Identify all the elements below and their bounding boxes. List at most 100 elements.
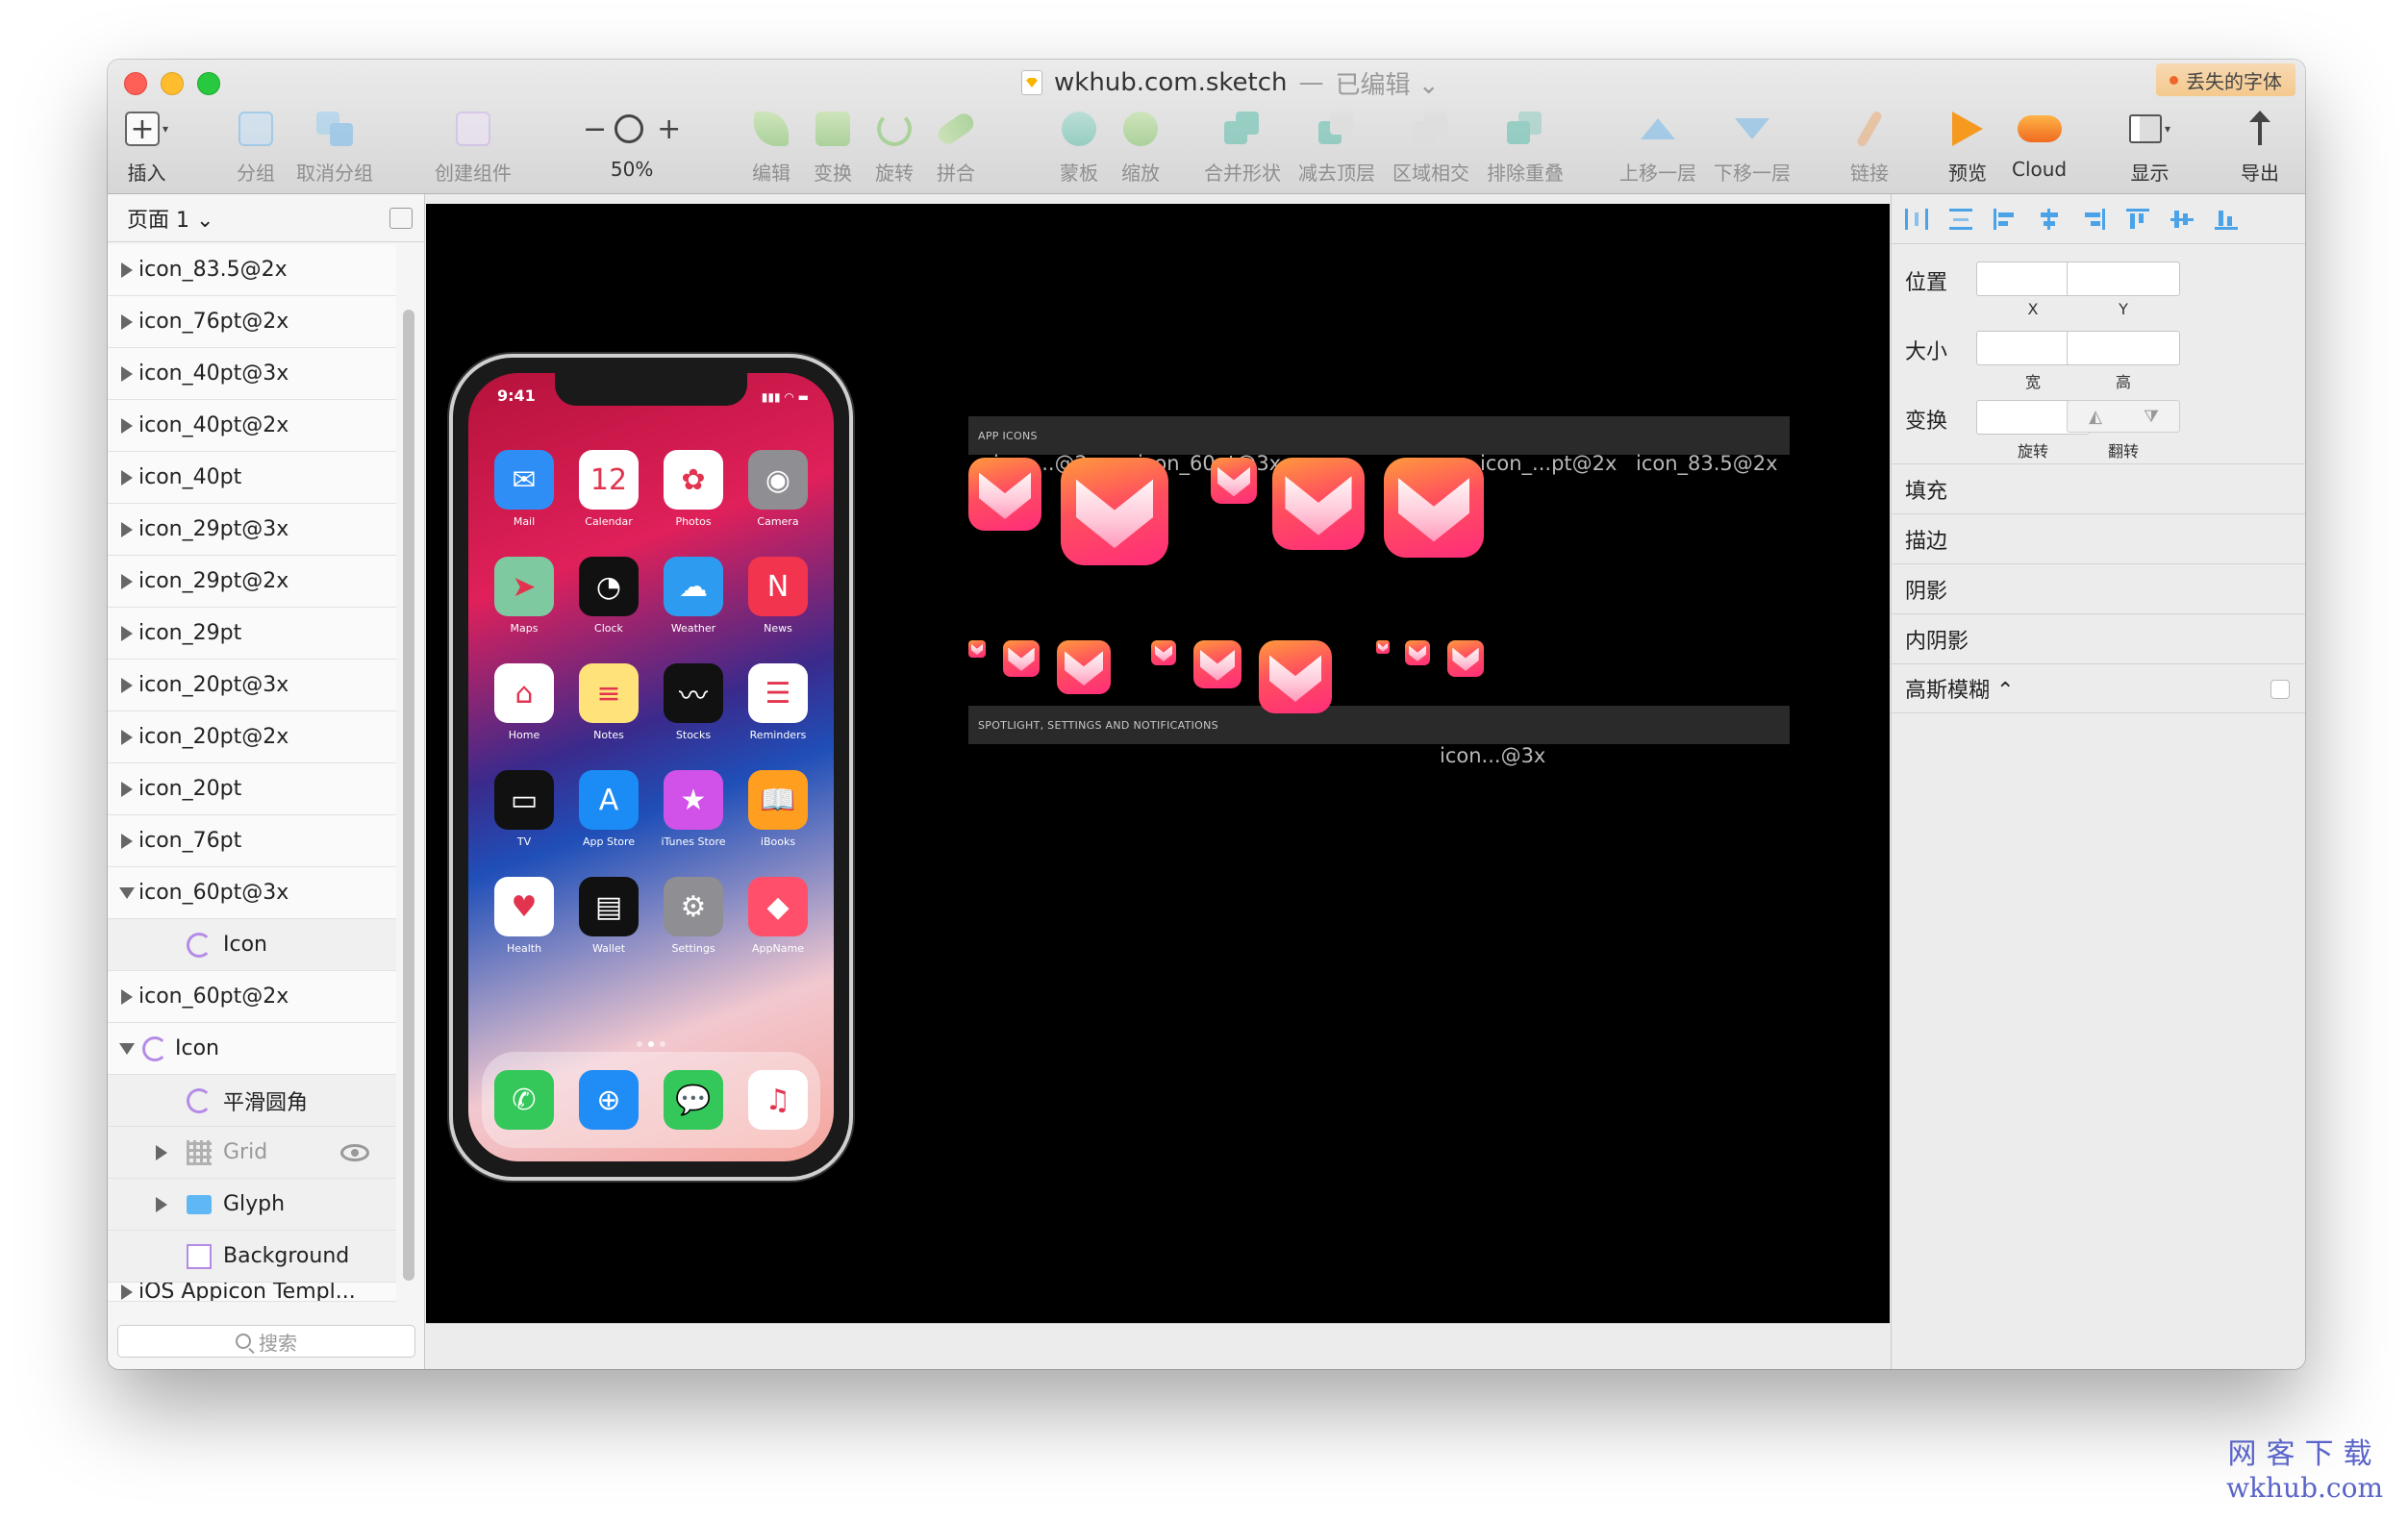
align-right-icon[interactable] — [2082, 208, 2105, 230]
align-left-icon[interactable] — [1994, 208, 2017, 230]
layer-row[interactable]: icon_20pt@3x — [108, 660, 396, 711]
transform-button[interactable]: 变换 — [814, 104, 852, 186]
flip-horizontal-icon[interactable]: ◭ — [2068, 401, 2123, 432]
layer-row[interactable]: Grid — [108, 1127, 396, 1179]
iphone-x-mockup[interactable]: 9:41 ▮▮▮ ◠ ▬ ✉ Mail 12 Calendar ✿ Photos ◉ Came… — [449, 354, 853, 1181]
app-icon-artboard[interactable] — [1384, 458, 1484, 558]
intersect-button[interactable]: 区域相交 — [1392, 104, 1469, 186]
app-icon-artboard[interactable] — [1259, 640, 1332, 713]
artboard-label-c[interactable]: icon_...pt@2x — [1480, 452, 1617, 475]
disclosure-down-icon[interactable] — [119, 886, 135, 899]
blur-section[interactable]: 高斯模糊 ⌃ — [1892, 663, 2305, 713]
app-icon-artboard[interactable] — [1405, 640, 1430, 665]
align-center-icon[interactable] — [2038, 208, 2061, 230]
disclosure-down-icon[interactable] — [119, 1042, 135, 1055]
subtract-button[interactable]: 减去顶层 — [1298, 104, 1375, 186]
app-icon-artboard[interactable] — [968, 640, 986, 658]
app-icon-artboard[interactable] — [1447, 640, 1484, 677]
disclosure-right-icon[interactable] — [121, 1284, 133, 1300]
group-button[interactable]: 分组 — [237, 104, 275, 186]
app-icon-artboard[interactable] — [1057, 640, 1111, 694]
layer-row[interactable]: iOS Appicon Templ... — [108, 1283, 396, 1302]
fill-section[interactable]: 填充 — [1892, 463, 2305, 513]
zoom-in-button[interactable]: + — [657, 112, 681, 146]
layer-row[interactable]: Icon — [108, 919, 396, 971]
collapse-icon[interactable] — [389, 208, 413, 229]
disclosure-right-icon[interactable] — [121, 365, 133, 382]
layer-row[interactable]: icon_29pt@2x — [108, 556, 396, 608]
export-button[interactable]: 导出 — [2241, 104, 2279, 186]
disclosure-right-icon[interactable] — [121, 988, 133, 1005]
artboard-label-d[interactable]: icon_83.5@2x — [1636, 452, 1778, 475]
disclosure-right-icon[interactable] — [121, 729, 133, 745]
app-icon-artboard[interactable] — [1061, 458, 1168, 565]
layer-row[interactable]: icon_40pt — [108, 452, 396, 504]
edit-button[interactable]: 编辑 — [752, 104, 790, 186]
disclosure-right-icon[interactable] — [121, 521, 133, 537]
app-icon-artboard[interactable] — [1003, 640, 1040, 677]
visibility-eye-icon[interactable] — [340, 1143, 369, 1161]
disclosure-right-icon[interactable] — [121, 417, 133, 434]
flip-vertical-icon[interactable]: ⧩ — [2123, 401, 2179, 432]
canvas[interactable]: 9:41 ▮▮▮ ◠ ▬ ✉ Mail 12 Calendar ✿ Photos ◉ Came… — [426, 204, 1890, 1323]
close-button[interactable] — [124, 72, 147, 95]
disclosure-right-icon[interactable] — [121, 262, 133, 278]
align-middle-icon[interactable] — [2170, 209, 2194, 230]
zoom-control[interactable]: − + 50% — [583, 104, 681, 182]
height-field[interactable] — [2067, 331, 2180, 365]
disclosure-right-icon[interactable] — [121, 469, 133, 486]
zoom-out-button[interactable]: − — [583, 112, 607, 146]
blur-checkbox[interactable] — [2270, 680, 2290, 699]
app-icon-artboard[interactable] — [1193, 640, 1242, 688]
rotate-button[interactable]: 旋转 — [875, 104, 914, 186]
bring-forward-button[interactable]: 上移一层 — [1619, 104, 1696, 186]
layer-row[interactable]: icon_29pt@3x — [108, 504, 396, 556]
view-button[interactable]: ▾ 显示 — [2129, 104, 2170, 186]
disclosure-right-icon[interactable] — [156, 1144, 167, 1160]
layer-row[interactable]: icon_29pt — [108, 608, 396, 660]
disclosure-right-icon[interactable] — [121, 625, 133, 641]
align-top-icon[interactable] — [2126, 208, 2149, 230]
layer-row[interactable]: 平滑圆角 — [108, 1075, 396, 1127]
layer-row[interactable]: icon_60pt@3x — [108, 867, 396, 919]
disclosure-right-icon[interactable] — [121, 833, 133, 849]
layer-row[interactable]: icon_40pt@2x — [108, 400, 396, 452]
preview-button[interactable]: 预览 — [1948, 104, 1987, 186]
distribute-horizontal-icon[interactable] — [1905, 208, 1928, 230]
disclosure-right-icon[interactable] — [121, 781, 133, 797]
app-icon-artboard[interactable] — [1151, 640, 1176, 665]
app-icon-artboard[interactable] — [1272, 458, 1365, 550]
insert-button[interactable]: + ▾ 插入 — [125, 104, 168, 186]
align-bottom-icon[interactable] — [2215, 209, 2238, 230]
flatten-button[interactable]: 拼合 — [934, 104, 978, 186]
layer-row[interactable]: icon_40pt@3x — [108, 348, 396, 400]
page-selector[interactable]: 页面 1 ⌄ — [108, 194, 424, 242]
mask-button[interactable]: 蒙板 — [1060, 104, 1098, 186]
maximize-button[interactable] — [197, 72, 220, 95]
layer-row[interactable]: icon_20pt — [108, 763, 396, 815]
layer-row[interactable]: icon_76pt — [108, 815, 396, 867]
app-icon-artboard[interactable] — [1211, 458, 1257, 504]
artboard-label-e[interactable]: icon...@3x — [1440, 744, 1545, 767]
disclosure-right-icon[interactable] — [121, 313, 133, 330]
ungroup-button[interactable]: 取消分组 — [296, 104, 373, 186]
shadow-section[interactable]: 阴影 — [1892, 563, 2305, 613]
difference-button[interactable]: 排除重叠 — [1487, 104, 1564, 186]
scale-button[interactable]: 缩放 — [1121, 104, 1160, 186]
border-section[interactable]: 描边 — [1892, 513, 2305, 563]
layer-row[interactable]: icon_83.5@2x — [108, 244, 396, 296]
union-button[interactable]: 合并形状 — [1204, 104, 1281, 186]
layer-row[interactable]: icon_60pt@2x — [108, 971, 396, 1023]
create-symbol-button[interactable]: 创建组件 — [435, 104, 512, 186]
app-icon-artboard[interactable] — [968, 458, 1041, 531]
layer-row[interactable]: icon_20pt@2x — [108, 711, 396, 763]
minimize-button[interactable] — [161, 72, 184, 95]
cloud-button[interactable]: Cloud — [2012, 104, 2067, 181]
layer-row[interactable]: Background — [108, 1231, 396, 1283]
distribute-vertical-icon[interactable] — [1949, 208, 1972, 230]
layer-row[interactable]: Glyph — [108, 1179, 396, 1231]
app-icon-artboard[interactable] — [1376, 640, 1390, 654]
link-button[interactable]: 链接 — [1850, 104, 1889, 186]
missing-font-badge[interactable]: 丢失的字体 — [2156, 63, 2295, 96]
inner-shadow-section[interactable]: 内阴影 — [1892, 613, 2305, 663]
